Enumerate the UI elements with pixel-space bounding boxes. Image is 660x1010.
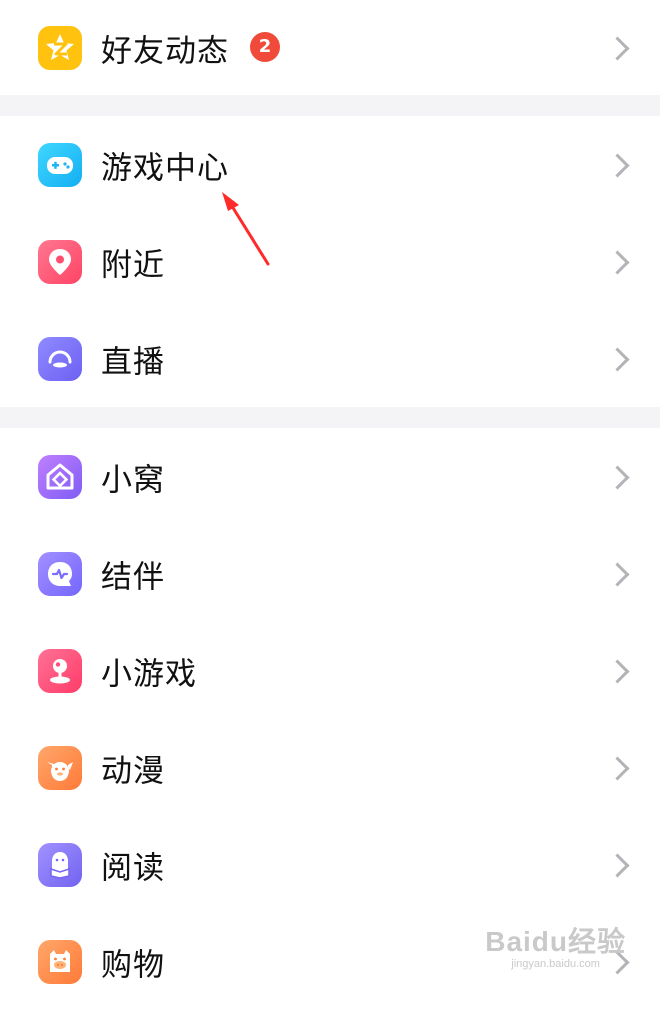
menu-item-label: 好友动态 [101, 33, 229, 69]
section-divider [0, 95, 660, 116]
chevron-right-icon [605, 35, 630, 61]
chevron-right-icon [605, 852, 630, 878]
chevron-right-icon [605, 561, 630, 587]
chevron-right-icon [605, 658, 630, 684]
joystick-icon [38, 648, 82, 693]
menu-item-label: 小窝 [101, 462, 165, 498]
menu-item-game-center[interactable]: 游戏中心 [0, 116, 660, 213]
section-divider [0, 407, 660, 428]
menu-item-label: 游戏中心 [101, 150, 229, 186]
chevron-right-icon [605, 755, 630, 781]
qzone-star-icon [38, 25, 82, 70]
menu-item-companion[interactable]: 结伴 [0, 525, 660, 622]
location-pin-icon [38, 239, 82, 284]
chevron-right-icon [605, 249, 630, 275]
menu-item-label: 购物 [101, 947, 165, 983]
chat-bubble-icon [38, 551, 82, 596]
menu-item-label: 小游戏 [101, 656, 197, 692]
menu-item-friend-feed[interactable]: 好友动态 2 [0, 0, 660, 95]
shopping-bag-icon [38, 939, 82, 984]
notification-badge: 2 [250, 31, 280, 62]
menu-item-mini-games[interactable]: 小游戏 [0, 622, 660, 719]
menu-item-anime[interactable]: 动漫 [0, 719, 660, 816]
menu-item-xiaowo[interactable]: 小窝 [0, 428, 660, 525]
menu-item-label: 动漫 [101, 753, 165, 789]
menu-item-label: 结伴 [101, 559, 165, 595]
penguin-book-icon [38, 842, 82, 887]
menu-item-label: 阅读 [101, 850, 165, 886]
home-icon [38, 454, 82, 499]
cartoon-face-icon [38, 745, 82, 790]
baidu-watermark: Baidu经验 jingyan.baidu.com [485, 920, 626, 970]
menu-item-live[interactable]: 直播 [0, 310, 660, 407]
group-entertainment: 游戏中心 附近 直播 [0, 116, 660, 407]
chevron-right-icon [605, 464, 630, 490]
chevron-right-icon [605, 152, 630, 178]
gamepad-icon [38, 142, 82, 187]
menu-item-nearby[interactable]: 附近 [0, 213, 660, 310]
menu-item-label: 直播 [101, 344, 165, 380]
menu-item-reading[interactable]: 阅读 [0, 816, 660, 913]
group-social: 好友动态 2 [0, 0, 660, 95]
chevron-right-icon [605, 346, 630, 372]
menu-item-label: 附近 [101, 247, 165, 283]
live-icon [38, 336, 82, 381]
watermark-main: Baidu经验 [485, 926, 626, 957]
